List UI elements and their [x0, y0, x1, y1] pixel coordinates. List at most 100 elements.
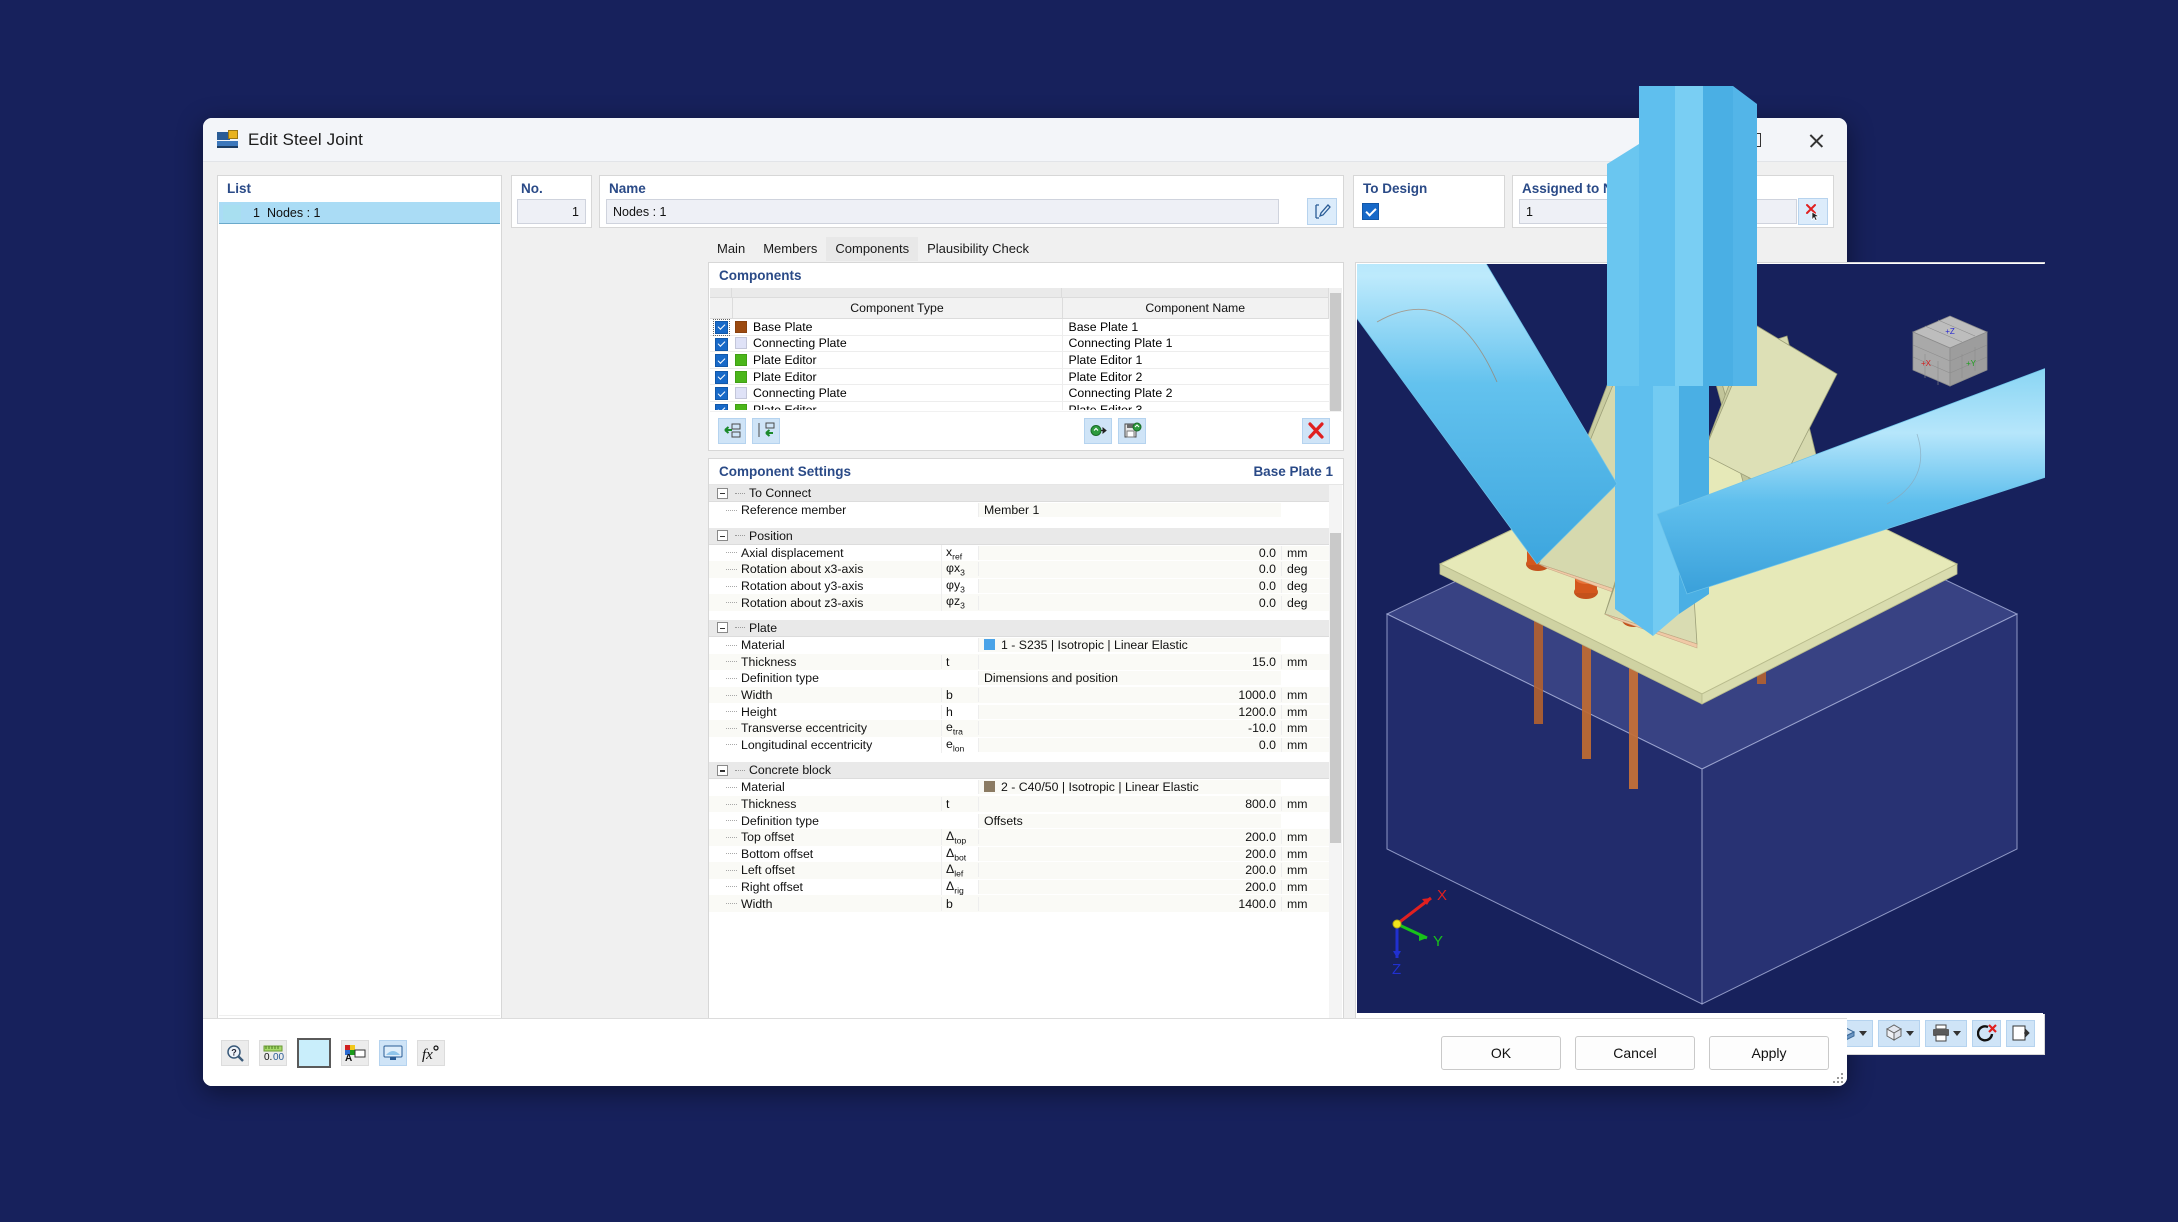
settings-row-value[interactable]: 200.0 [978, 846, 1281, 861]
name-edit-button[interactable] [1307, 198, 1337, 225]
display-settings-button[interactable] [379, 1039, 407, 1066]
settings-row[interactable]: Rotation about x3-axis φx3 0.0 deg [709, 561, 1329, 578]
table-row[interactable]: Plate Editor Plate Editor 3 [710, 401, 1329, 410]
delete-component-button[interactable] [1302, 417, 1330, 444]
table-row[interactable]: Plate Editor Plate Editor 2 [710, 368, 1329, 386]
table-row[interactable]: Connecting Plate Connecting Plate 2 [710, 384, 1329, 402]
settings-row-value[interactable]: 1 - S235 | Isotropic | Linear Elastic [978, 638, 1281, 653]
tab-main[interactable]: Main [708, 237, 754, 261]
tab-members[interactable]: Members [754, 237, 826, 261]
assigned-nodes-input[interactable]: 1 [1519, 199, 1797, 224]
settings-row-value[interactable]: 1200.0 [978, 704, 1281, 719]
settings-row-value[interactable]: 800.0 [978, 797, 1281, 812]
settings-row[interactable]: Right offset Δrig 200.0 mm [709, 878, 1329, 896]
settings-row[interactable]: Longitudinal eccentricity elon 0.0 mm [709, 736, 1329, 754]
settings-group-header[interactable]: To Connect [709, 485, 1329, 502]
formula-button[interactable]: fx [417, 1039, 445, 1066]
no-input[interactable]: 1 [517, 199, 586, 224]
tab-plausibility-check[interactable]: Plausibility Check [918, 237, 1038, 261]
settings-group-header[interactable]: Concrete block [709, 762, 1329, 780]
settings-row[interactable]: Rotation about z3-axis φz3 0.0 deg [709, 594, 1329, 611]
component-enabled-checkbox[interactable] [710, 318, 732, 336]
settings-row-value[interactable]: 200.0 [978, 879, 1281, 894]
table-row[interactable]: Plate Editor Plate Editor 1 [710, 351, 1329, 369]
collapse-icon[interactable] [717, 530, 728, 542]
resize-grip[interactable] [1831, 1071, 1843, 1083]
move-component-down-button[interactable] [752, 417, 780, 444]
settings-row-value[interactable]: 0.0 [978, 562, 1281, 577]
settings-row-value[interactable]: 200.0 [978, 830, 1281, 845]
settings-row[interactable]: Material 1 - S235 | Isotropic | Linear El… [709, 636, 1329, 654]
settings-row-value[interactable]: Dimensions and position [978, 671, 1281, 686]
table-row[interactable]: Connecting Plate Connecting Plate 1 [710, 335, 1329, 353]
detach-view-button[interactable] [2006, 1019, 2035, 1047]
scrollbar-thumb[interactable] [1330, 533, 1341, 843]
settings-row[interactable]: Definition type Offsets [709, 812, 1329, 829]
settings-row[interactable]: Bottom offset Δbot 200.0 mm [709, 845, 1329, 863]
settings-group-header[interactable]: Plate [709, 619, 1329, 637]
component-enabled-checkbox[interactable] [710, 351, 732, 369]
import-component-button[interactable] [1084, 417, 1112, 444]
tab-components[interactable]: Components [826, 237, 919, 261]
info-button[interactable]: ? [221, 1039, 249, 1066]
component-enabled-checkbox[interactable] [710, 335, 732, 353]
settings-row-value[interactable]: 0.0 [978, 545, 1281, 560]
settings-row[interactable]: Material 2 - C40/50 | Isotropic | Linear … [709, 779, 1329, 796]
collapse-icon[interactable] [717, 764, 728, 776]
collapse-icon[interactable] [717, 622, 728, 634]
settings-row[interactable]: Width b 1000.0 mm [709, 686, 1329, 704]
name-input[interactable]: Nodes : 1 [606, 199, 1279, 224]
annotations-button[interactable]: A [341, 1039, 369, 1066]
units-button[interactable]: 0. 00 [259, 1039, 287, 1066]
apply-button[interactable]: Apply [1709, 1035, 1829, 1070]
move-component-up-button[interactable] [718, 417, 746, 444]
print-button[interactable] [1925, 1019, 1967, 1047]
wireframe-button[interactable] [1878, 1019, 1920, 1047]
settings-row-value[interactable]: -10.0 [978, 721, 1281, 736]
component-settings-scrollbar[interactable] [1329, 485, 1342, 1053]
settings-row[interactable]: Transverse eccentricity etra -10.0 mm [709, 719, 1329, 737]
ok-button[interactable]: OK [1441, 1035, 1561, 1070]
color-button[interactable] [297, 1037, 331, 1068]
settings-row[interactable]: Height h 1200.0 mm [709, 703, 1329, 720]
component-enabled-checkbox[interactable] [710, 401, 732, 410]
settings-row-value[interactable]: 1000.0 [978, 688, 1281, 703]
dialog-titlebar[interactable]: Edit Steel Joint [203, 118, 1847, 162]
settings-row-value[interactable]: 200.0 [978, 863, 1281, 878]
component-enabled-checkbox[interactable] [710, 384, 732, 402]
settings-row-value[interactable]: 0.0 [978, 579, 1281, 594]
close-button[interactable] [1785, 118, 1847, 162]
settings-row[interactable]: Rotation about y3-axis φy3 0.0 deg [709, 577, 1329, 595]
collapse-icon[interactable] [717, 487, 728, 499]
settings-row[interactable]: Reference member Member 1 [709, 502, 1329, 519]
scrollbar-thumb[interactable] [1330, 293, 1341, 429]
joint-list[interactable]: 1 Nodes : 1 [219, 202, 500, 1002]
list-item[interactable]: 1 Nodes : 1 [219, 202, 500, 224]
settings-group-header[interactable]: Position [709, 527, 1329, 545]
table-row[interactable]: Base Plate Base Plate 1 [710, 318, 1329, 336]
save-component-button[interactable] [1118, 417, 1146, 444]
settings-row[interactable]: Axial displacement xref 0.0 mm [709, 544, 1329, 562]
model-3d-viewport[interactable]: +Z +X +Y X Y Z [1357, 264, 2045, 1014]
cancel-button[interactable]: Cancel [1575, 1035, 1695, 1070]
settings-row-value[interactable]: 15.0 [978, 654, 1281, 669]
settings-row-value[interactable]: 2 - C40/50 | Isotropic | Linear Elastic [978, 780, 1281, 795]
settings-row-value[interactable]: Member 1 [978, 503, 1281, 518]
assigned-nodes-clear-button[interactable] [1798, 198, 1828, 225]
settings-row-value[interactable]: 0.0 [978, 595, 1281, 610]
settings-row[interactable]: Definition type Dimensions and position [709, 670, 1329, 687]
to-design-checkbox[interactable] [1362, 203, 1379, 220]
settings-row[interactable]: Thickness t 15.0 mm [709, 653, 1329, 671]
component-settings-list[interactable]: To Connect Reference member Member 1 Positi… [709, 485, 1329, 1054]
components-table-scrollbar[interactable] [1329, 288, 1342, 429]
minimize-button[interactable] [1661, 118, 1723, 162]
component-enabled-checkbox[interactable] [710, 368, 732, 386]
settings-row-value[interactable]: 0.0 [978, 737, 1281, 752]
settings-row[interactable]: Thickness t 800.0 mm [709, 795, 1329, 813]
deselect-button[interactable] [1972, 1019, 2001, 1047]
settings-row[interactable]: Top offset Δtop 200.0 mm [709, 828, 1329, 846]
components-table-body[interactable]: Base Plate Base Plate 1 Connecting Plate Co… [710, 318, 1329, 410]
settings-row[interactable]: Left offset Δlef 200.0 mm [709, 862, 1329, 879]
maximize-button[interactable] [1723, 118, 1785, 162]
settings-row-value[interactable]: Offsets [978, 813, 1281, 828]
